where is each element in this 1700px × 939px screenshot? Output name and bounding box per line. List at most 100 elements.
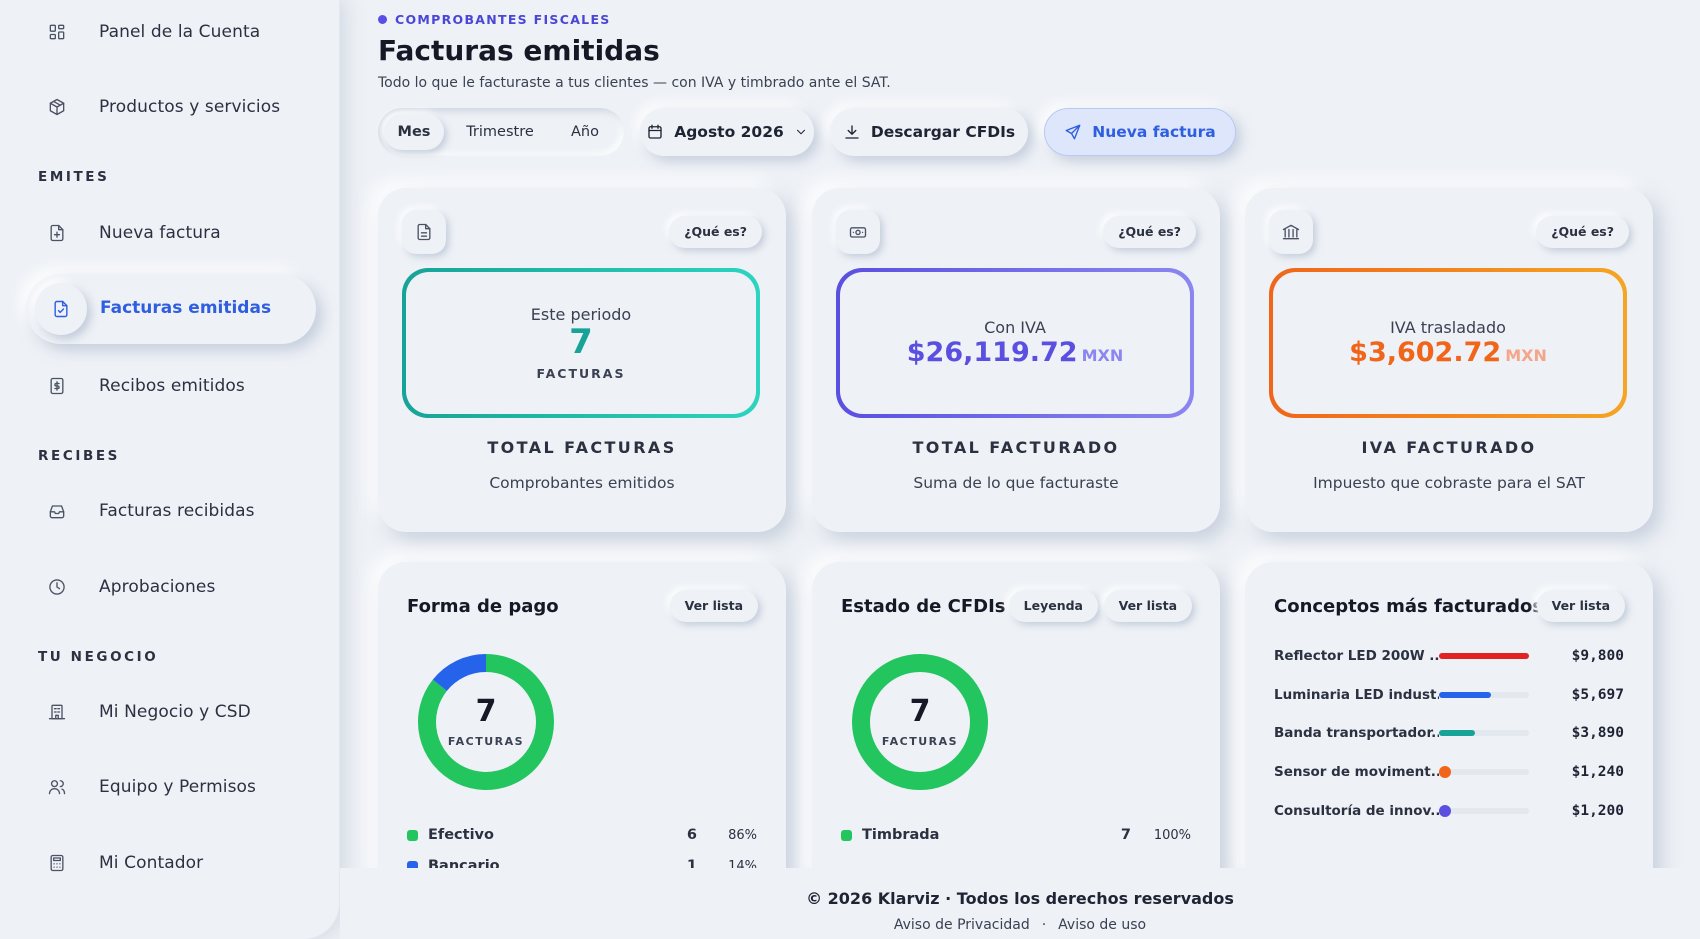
sidebar-item-aprobaciones[interactable]: Aprobaciones [46, 567, 215, 607]
concept-bar-fill [1439, 653, 1529, 659]
concept-row: Consultoría de innov... $1,200 [1274, 796, 1624, 826]
stat-unit: MXN [1505, 346, 1547, 365]
legend-pct: 86% [728, 827, 757, 843]
stat-ring-inner: Este periodo 7 FACTURAS [406, 272, 756, 414]
sidebar-item-label: Recibos emitidos [99, 376, 245, 396]
receipt-icon [46, 375, 68, 397]
page-title: Facturas emitidas [378, 34, 660, 67]
sidebar-item-contador[interactable]: Mi Contador [46, 843, 203, 883]
stat-description: Comprobantes emitidos [489, 474, 675, 492]
send-icon [1065, 124, 1081, 140]
stat-description: Impuesto que cobraste para el SAT [1313, 474, 1585, 492]
legend-row: Timbrada 7 100% [841, 827, 1191, 843]
concepts-card: Conceptos más facturados Ver lista Refle… [1245, 562, 1653, 902]
stat-unit: MXN [1081, 346, 1124, 365]
view-list-button[interactable]: Ver lista [1536, 590, 1625, 622]
legend-swatch [407, 829, 418, 841]
concept-bar-fill [1439, 766, 1451, 778]
period-month[interactable]: Mes [384, 114, 444, 150]
sidebar-item-nueva-factura[interactable]: Nueva factura [46, 213, 221, 253]
concept-value: $3,890 [1571, 725, 1624, 741]
sidebar-item-panel[interactable]: Panel de la Cuenta [46, 12, 260, 52]
eyebrow-dot [378, 15, 387, 24]
legend-swatch [841, 829, 852, 841]
stat-ring-inner: IVA trasladado $3,602.72 MXN [1273, 272, 1623, 414]
legend-pct: 100% [1153, 827, 1191, 843]
donut-center: 7 FACTURAS [840, 642, 1000, 802]
stat-unit: FACTURAS [536, 365, 626, 381]
donut-unit: FACTURAS [447, 734, 525, 748]
sidebar-item-label: Equipo y Permisos [99, 777, 256, 797]
legend-name: Timbrada [862, 827, 940, 843]
donut-total: 7 [475, 693, 497, 729]
stat-label: IVA trasladado [1390, 318, 1506, 337]
file-plus-icon [46, 222, 68, 244]
stat-ring-inner: Con IVA $26,119.72 MXN [840, 272, 1190, 414]
sidebar: Panel de la Cuenta Productos y servicios… [0, 0, 340, 939]
period-quarter[interactable]: Trimestre [450, 114, 550, 150]
sidebar-item-mi-negocio[interactable]: Mi Negocio y CSD [46, 692, 251, 732]
cfdi-card: Estado de CFDIs Leyenda Ver lista 7 FACT… [812, 562, 1220, 902]
sidebar-item-facturas-recibidas[interactable]: Facturas recibidas [46, 491, 255, 531]
view-list-button[interactable]: Ver lista [1103, 590, 1192, 622]
help-chip[interactable]: ¿Qué es? [669, 216, 762, 248]
payment-card: Forma de pago Ver lista 7 FACTURAS Efect… [378, 562, 786, 902]
help-chip[interactable]: ¿Qué es? [1103, 216, 1196, 248]
donut-unit: FACTURAS [881, 734, 959, 748]
sidebar-item-label: Mi Contador [99, 853, 204, 873]
concept-bar-fill [1439, 730, 1475, 736]
concept-value: $1,200 [1571, 803, 1624, 819]
legend-count: 7 [1120, 827, 1131, 843]
stat-value: $3,602.72 [1349, 337, 1502, 368]
box-icon [46, 96, 68, 118]
period-selector: Mes Trimestre Año [378, 108, 624, 156]
legend-button[interactable]: Leyenda [1008, 590, 1098, 622]
sidebar-item-equipo[interactable]: Equipo y Permisos [46, 767, 256, 807]
sidebar-item-facturas-emitidas[interactable]: Facturas emitidas [26, 274, 316, 344]
dashboard-icon [46, 21, 68, 43]
payment-title: Forma de pago [407, 596, 559, 617]
sidebar-item-label: Panel de la Cuenta [99, 22, 261, 42]
month-picker[interactable]: Agosto 2026 [640, 108, 814, 156]
stat-value-row: $3,602.72 MXN [1349, 337, 1547, 368]
stat-card-total-facturado: ¿Qué es? Con IVA $26,119.72 MXN TOTAL FA… [812, 188, 1220, 532]
concept-name: Reflector LED 200W ... [1274, 648, 1439, 664]
legend-row: Efectivo 6 86% [407, 827, 757, 843]
stat-label: Con IVA [984, 318, 1046, 337]
new-invoice-button[interactable]: Nueva factura [1044, 108, 1236, 156]
section-emites: EMITES [38, 169, 110, 185]
view-list-button[interactable]: Ver lista [669, 590, 758, 622]
stat-ring: Este periodo 7 FACTURAS [402, 268, 760, 418]
stat-value-row: $26,119.72 MXN [907, 337, 1123, 368]
page-subtitle: Todo lo que le facturaste a tus clientes… [378, 75, 891, 91]
month-label: Agosto 2026 [674, 123, 784, 141]
help-chip[interactable]: ¿Qué es? [1536, 216, 1629, 248]
concept-bar-track [1439, 692, 1529, 698]
legend-count: 6 [686, 827, 697, 843]
stat-ring: Con IVA $26,119.72 MXN [836, 268, 1194, 418]
stat-caption: IVA FACTURADO [1361, 438, 1537, 457]
sidebar-item-label: Facturas recibidas [99, 501, 255, 521]
concept-name: Banda transportador... [1274, 725, 1439, 741]
privacy-link[interactable]: Aviso de Privacidad [894, 917, 1030, 933]
concept-name: Consultoría de innov... [1274, 803, 1439, 819]
donut-total: 7 [909, 693, 931, 729]
concepts-title: Conceptos más facturados [1274, 596, 1544, 617]
section-negocio: TU NEGOCIO [38, 649, 159, 665]
concept-value: $1,240 [1571, 764, 1624, 780]
stat-ring: IVA trasladado $3,602.72 MXN [1269, 268, 1627, 418]
concept-bar-track [1439, 766, 1529, 778]
document-icon [402, 210, 446, 254]
stat-caption: TOTAL FACTURADO [912, 438, 1120, 457]
concept-row: Banda transportador... $3,890 [1274, 718, 1624, 748]
sidebar-item-productos[interactable]: Productos y servicios [46, 87, 280, 127]
clock-icon [46, 576, 68, 598]
sidebar-item-recibos[interactable]: Recibos emitidos [46, 366, 245, 406]
download-cfdis-button[interactable]: Descargar CFDIs [830, 108, 1028, 156]
donut-center: 7 FACTURAS [406, 642, 566, 802]
stat-description: Suma de lo que facturaste [913, 474, 1119, 492]
terms-link[interactable]: Aviso de uso [1058, 917, 1146, 933]
section-recibes: RECIBES [38, 448, 120, 464]
period-year[interactable]: Año [554, 114, 616, 150]
download-label: Descargar CFDIs [870, 123, 1016, 141]
